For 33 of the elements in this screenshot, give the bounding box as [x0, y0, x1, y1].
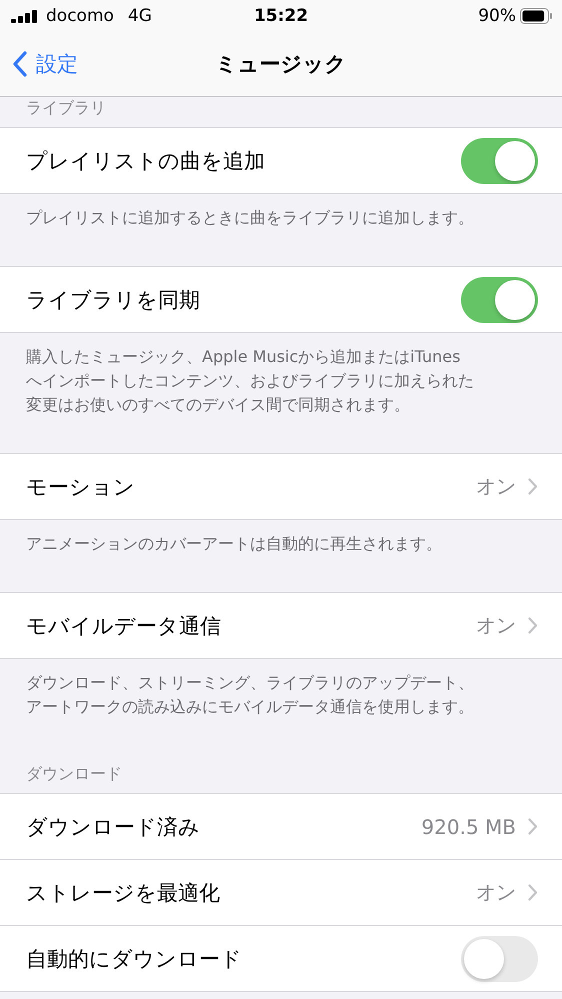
setting-label: ダウンロード済み — [26, 814, 201, 840]
setting-label: モーション — [26, 474, 136, 500]
toggle-switch[interactable] — [461, 936, 538, 982]
setting-label: 自動的にダウンロード — [26, 946, 243, 972]
chevron-icon — [528, 617, 538, 634]
signal-icon — [10, 9, 40, 23]
battery-percentage: 90% — [478, 6, 516, 26]
chevron-icon — [528, 478, 538, 495]
setting-label: モバイルデータ通信 — [26, 612, 222, 640]
setting-label: ライブラリを同期 — [26, 286, 201, 314]
setting-value: オン — [476, 473, 516, 500]
toggle-switch[interactable] — [461, 276, 538, 322]
carrier-name: docomo — [46, 6, 114, 26]
battery-icon — [520, 8, 552, 24]
chevron-icon — [528, 884, 538, 901]
chevron-icon — [528, 818, 538, 835]
network-type: 4G — [128, 6, 152, 26]
back-button[interactable]: 設定 — [0, 50, 78, 78]
setting-value: オン — [476, 612, 516, 639]
setting-label: プレイリストの曲を追加 — [26, 148, 266, 174]
section-footnote: プレイリストに追加するときに曲をライブラリに追加します。 — [25, 207, 475, 229]
setting-value: 920.5 MB — [421, 814, 516, 838]
section-header: ダウンロード — [25, 763, 123, 785]
section-footnote: 購入したミュージック、Apple Musicから追加またはiTunes へインポートしたコンテンツ、およびライブラリに加えられた 変更はお使いのすべてのデバイス間で同期されます。 — [25, 346, 475, 416]
setting-label: ストレージを最適化 — [26, 880, 221, 906]
back-chevron-icon — [12, 50, 28, 78]
toggle-switch[interactable] — [461, 138, 538, 184]
section-header: ライブラリ — [25, 97, 107, 119]
section-footnote: アニメーションのカバーアートは自動的に再生されます。 — [25, 533, 443, 555]
setting-value: オン — [476, 879, 516, 906]
clock-time: 15:22 — [254, 6, 308, 26]
screen-title: ミュージック — [216, 51, 346, 78]
section-footnote: ダウンロード、ストリーミング、ライブラリのアップデート、 アートワークの読み込みにモバイルデータ通信を使用します。 — [25, 672, 475, 718]
